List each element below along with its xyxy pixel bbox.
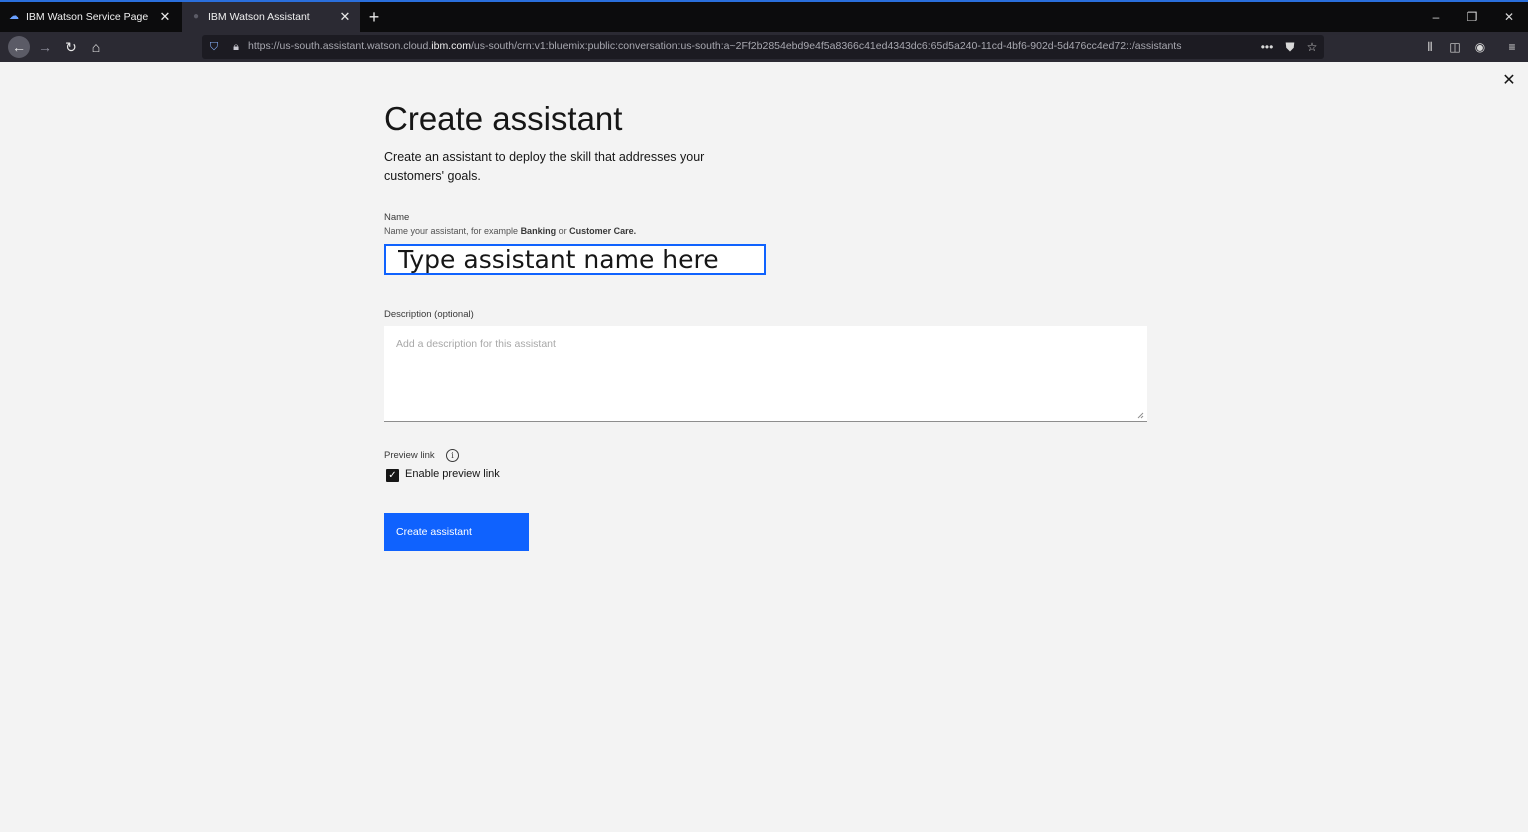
- window-close-icon[interactable]: ✕: [1499, 8, 1519, 26]
- home-icon[interactable]: ⌂: [85, 36, 107, 58]
- new-tab-icon[interactable]: +: [364, 6, 384, 28]
- ibm-cloud-icon: ☁: [9, 11, 19, 22]
- helper-example-banking: Banking: [520, 226, 557, 236]
- tab-label: IBM Watson Service Page: [26, 11, 149, 23]
- browser-nav-bar: ← → ↻ ⌂ ⛉ 🔒︎ https://us-south.assistant.…: [0, 32, 1528, 62]
- restore-icon[interactable]: ❐: [1462, 8, 1482, 26]
- library-icon[interactable]: ⫴: [1420, 37, 1440, 57]
- close-tab-icon[interactable]: ✕: [158, 9, 172, 25]
- helper-prefix: Name your assistant, for example: [384, 226, 521, 236]
- menu-icon[interactable]: ≡: [1502, 37, 1522, 57]
- forward-arrow-icon[interactable]: →: [34, 36, 56, 58]
- enable-preview-checkbox[interactable]: ✓: [386, 469, 399, 482]
- url-host: ibm.com: [431, 40, 471, 52]
- url-path: /us-south/crn:v1:bluemix:public:conversa…: [470, 40, 1182, 52]
- account-icon[interactable]: ◉: [1470, 37, 1490, 57]
- url-prefix: https://us-south.assistant.watson.cloud.: [248, 40, 432, 52]
- preview-link-label: Preview link: [384, 450, 435, 461]
- description-label: Description (optional): [384, 309, 474, 320]
- shield-icon[interactable]: ⛉: [207, 39, 221, 55]
- browser-tab-bar: ☁ IBM Watson Service Page ✕ ● IBM Watson…: [0, 0, 1528, 32]
- pocket-icon[interactable]: ⛊: [1281, 38, 1299, 56]
- tab-ibm-watson-service-page[interactable]: ☁ IBM Watson Service Page ✕: [0, 2, 180, 32]
- page-actions-icon[interactable]: •••: [1258, 38, 1276, 56]
- name-helper-text: Name your assistant, for example Banking…: [384, 226, 636, 236]
- create-assistant-button[interactable]: Create assistant: [384, 513, 529, 551]
- close-tab-icon[interactable]: ✕: [338, 9, 352, 25]
- name-label: Name: [384, 212, 410, 223]
- url-text[interactable]: https://us-south.assistant.watson.cloud.…: [248, 40, 1258, 52]
- assistant-name-input[interactable]: [384, 244, 766, 275]
- description-textarea[interactable]: [384, 326, 1147, 422]
- helper-mid: or: [556, 226, 570, 236]
- page-title: Create assistant: [384, 100, 623, 137]
- resize-grip-icon[interactable]: [1136, 411, 1144, 419]
- minimize-icon[interactable]: –: [1426, 8, 1446, 26]
- reload-icon[interactable]: ↻: [60, 36, 82, 58]
- page-subtitle: Create an assistant to deploy the skill …: [384, 150, 705, 183]
- globe-icon: ●: [192, 11, 200, 22]
- close-dialog-icon[interactable]: ✕: [1500, 72, 1518, 90]
- helper-example-customer-care: Customer Care: [569, 226, 634, 236]
- helper-suffix: .: [633, 226, 637, 236]
- enable-preview-label[interactable]: Enable preview link: [405, 468, 500, 480]
- bookmark-star-icon[interactable]: ☆: [1303, 38, 1321, 56]
- lock-icon[interactable]: 🔒︎: [229, 39, 243, 55]
- back-arrow-icon[interactable]: ←: [8, 36, 30, 58]
- address-bar[interactable]: ⛉ 🔒︎ https://us-south.assistant.watson.c…: [202, 35, 1324, 59]
- tab-label: IBM Watson Assistant: [208, 11, 310, 23]
- tab-ibm-watson-assistant[interactable]: ● IBM Watson Assistant ✕: [182, 0, 360, 32]
- info-icon[interactable]: i: [446, 449, 459, 462]
- sidebar-icon[interactable]: ◫: [1445, 37, 1465, 57]
